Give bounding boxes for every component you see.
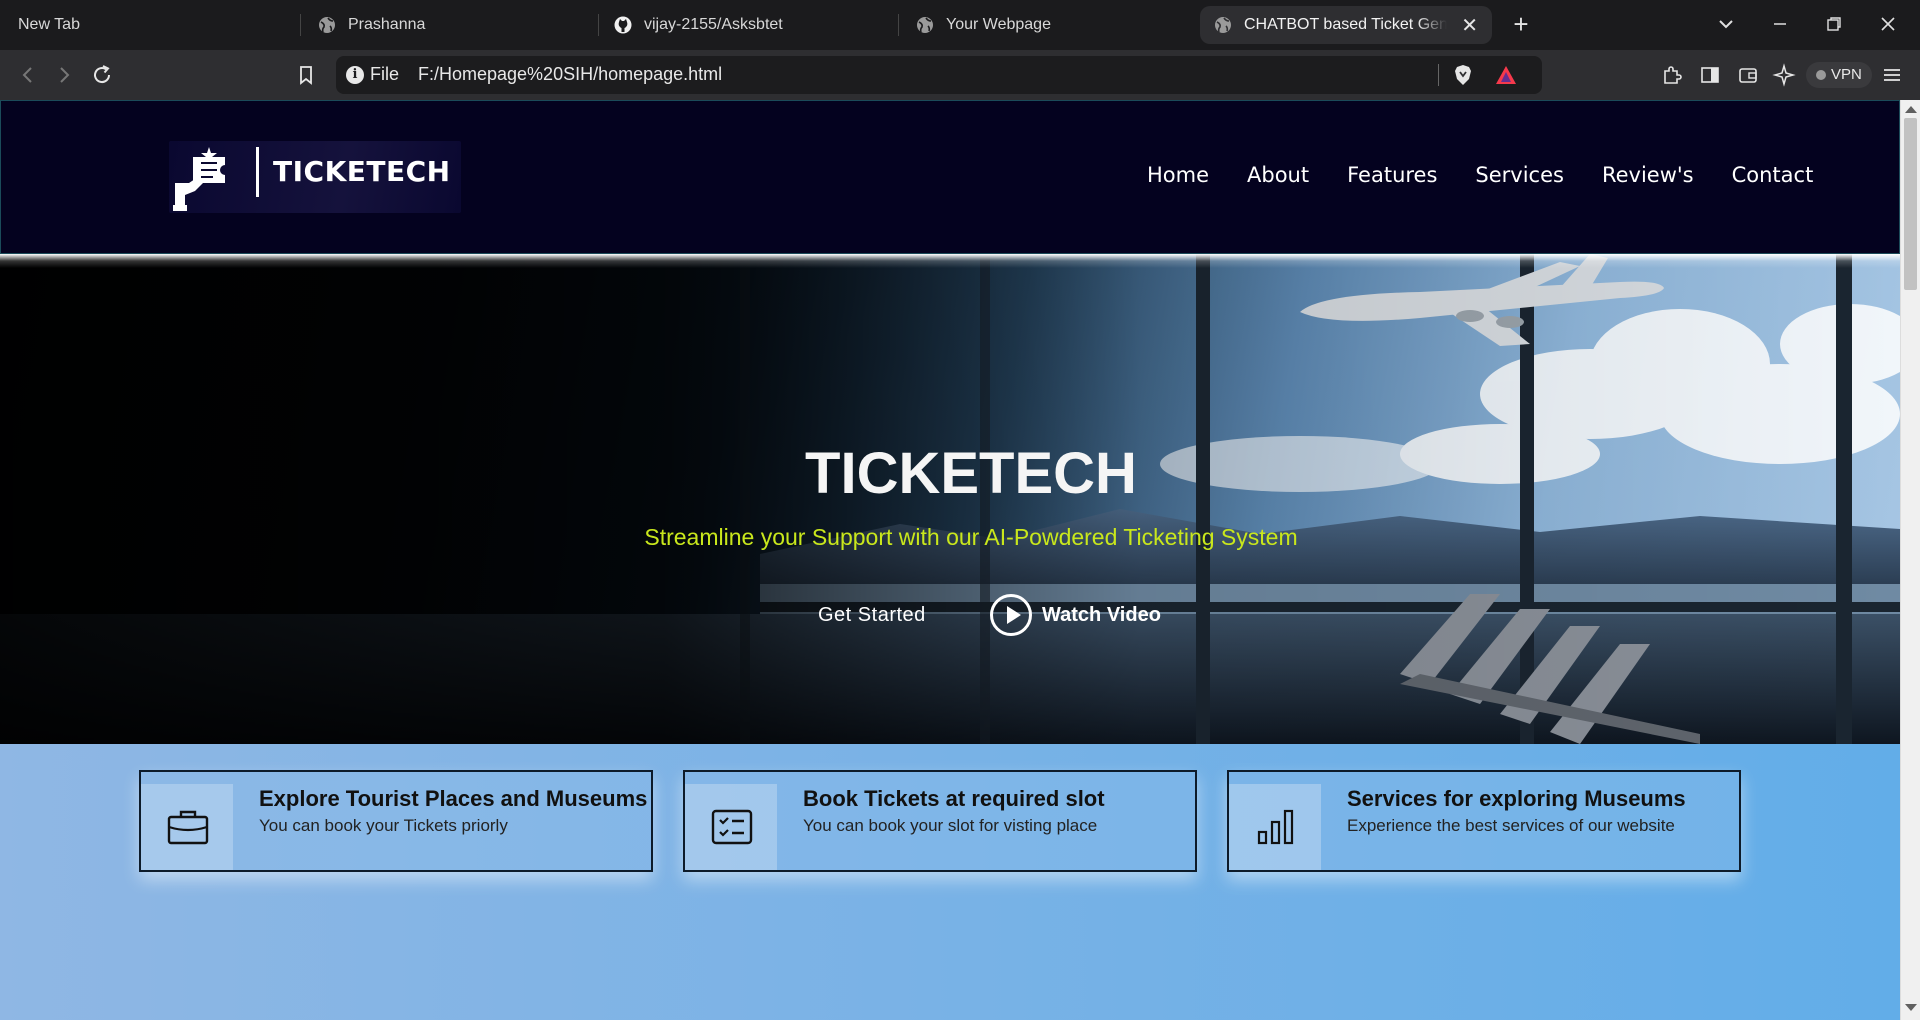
scroll-down-arrow-icon[interactable]: [1905, 1004, 1917, 1011]
page-scrollbar[interactable]: [1900, 100, 1920, 1020]
play-icon: [990, 594, 1032, 636]
tab-chatbot-active[interactable]: CHATBOT based Ticket Generat ✕: [1200, 6, 1492, 44]
header-shadow: [0, 254, 1900, 268]
features-section: Explore Tourist Places and Museums You c…: [0, 744, 1900, 1020]
wallet-icon[interactable]: [1736, 63, 1760, 87]
close-tab-icon[interactable]: ✕: [1461, 13, 1478, 38]
feature-description: You can book your slot for visting place: [803, 816, 1098, 835]
address-bar[interactable]: i File F:/Homepage%20SIH/homepage.html: [336, 56, 1542, 94]
minimize-icon[interactable]: [1768, 12, 1792, 36]
new-tab-button[interactable]: +: [1506, 10, 1536, 40]
nav-features[interactable]: Features: [1347, 163, 1437, 187]
watch-video-button[interactable]: Watch Video: [990, 594, 1161, 636]
globe-icon: [319, 17, 335, 33]
restore-icon[interactable]: [1822, 12, 1846, 36]
logo-text: TICKETECH: [273, 155, 451, 188]
globe-icon: [917, 17, 933, 33]
feature-card[interactable]: Explore Tourist Places and Museums You c…: [139, 770, 653, 872]
tab-title: New Tab: [18, 16, 80, 33]
reload-icon[interactable]: [90, 63, 114, 87]
watch-video-label: Watch Video: [1042, 603, 1161, 626]
address-scheme: File: [370, 64, 400, 84]
ticket-hand-icon: [173, 147, 225, 211]
address-divider: [1438, 64, 1439, 86]
tab-github[interactable]: vijay-2155/Asksbtet: [614, 6, 884, 44]
tab-title: vijay-2155/Asksbtet: [644, 16, 783, 33]
tab-title: Prashanna: [348, 16, 426, 33]
page-viewport: TICKETECH Home About Features Services R…: [0, 100, 1900, 1020]
leo-ai-icon[interactable]: [1772, 63, 1796, 87]
feature-title: Services for exploring Museums: [1347, 786, 1686, 811]
forward-icon[interactable]: [52, 63, 76, 87]
tab-title: Your Webpage: [946, 16, 1051, 33]
close-window-icon[interactable]: [1876, 12, 1900, 36]
checklist-icon: [711, 809, 753, 845]
vpn-label: VPN: [1831, 66, 1862, 83]
sidebar-icon[interactable]: [1698, 63, 1722, 87]
hero-section: TICKETECH Streamline your Support with o…: [0, 254, 1900, 744]
extensions-icon[interactable]: [1660, 63, 1684, 87]
bar-chart-icon: [1257, 809, 1294, 845]
feature-icon-box: [1229, 784, 1321, 870]
site-logo[interactable]: TICKETECH: [169, 141, 461, 213]
back-icon[interactable]: [16, 63, 40, 87]
logo-divider: [256, 147, 259, 197]
nav-contact[interactable]: Contact: [1732, 163, 1814, 187]
feature-icon-box: [685, 784, 777, 870]
feature-card[interactable]: Book Tickets at required slot You can bo…: [683, 770, 1197, 872]
hero-subtitle: Streamline your Support with our AI-Powd…: [644, 524, 1298, 550]
browser-toolbar: i File F:/Homepage%20SIH/homepage.html V…: [0, 50, 1920, 100]
nav-home[interactable]: Home: [1147, 163, 1209, 187]
tab-separator: [598, 14, 599, 36]
nav-about[interactable]: About: [1247, 163, 1309, 187]
feature-icon-box: [141, 784, 233, 870]
tab-title: CHATBOT based Ticket Generat: [1244, 16, 1448, 33]
nav-reviews[interactable]: Review's: [1602, 163, 1694, 187]
briefcase-icon: [167, 810, 209, 845]
tab-new-tab[interactable]: New Tab: [18, 6, 278, 44]
bookmark-icon[interactable]: [294, 63, 318, 87]
feature-description: You can book your Tickets priorly: [259, 816, 508, 835]
feature-description: Experience the best services of our webs…: [1347, 816, 1675, 835]
github-icon: [614, 16, 632, 34]
globe-icon: [1215, 17, 1231, 33]
tab-your-webpage[interactable]: Your Webpage: [916, 6, 1176, 44]
scroll-up-arrow-icon[interactable]: [1905, 106, 1917, 113]
tab-separator: [898, 14, 899, 36]
tab-prashanna[interactable]: Prashanna: [318, 6, 578, 44]
browser-tab-bar: New Tab Prashanna vijay-2155/Asksbtet Yo…: [0, 0, 1920, 50]
nav-services[interactable]: Services: [1475, 163, 1564, 187]
site-info-icon[interactable]: i: [346, 66, 364, 84]
feature-card[interactable]: Services for exploring Museums Experienc…: [1227, 770, 1741, 872]
feature-title: Explore Tourist Places and Museums: [259, 786, 648, 811]
brave-rewards-icon[interactable]: [1494, 64, 1518, 86]
scrollbar-thumb[interactable]: [1904, 118, 1917, 290]
address-url[interactable]: F:/Homepage%20SIH/homepage.html: [418, 64, 722, 85]
main-nav: Home About Features Services Review's Co…: [1109, 163, 1813, 187]
feature-title: Book Tickets at required slot: [803, 786, 1105, 811]
get-started-button[interactable]: Get Started: [818, 604, 926, 627]
brave-shields-icon[interactable]: [1452, 64, 1474, 86]
vpn-status-dot: [1816, 70, 1826, 80]
site-header: TICKETECH Home About Features Services R…: [0, 100, 1900, 254]
hero-title: TICKETECH: [805, 441, 1137, 506]
menu-icon[interactable]: [1880, 63, 1904, 87]
tab-search-chevron-icon[interactable]: [1714, 12, 1738, 36]
tab-separator: [300, 14, 301, 36]
vpn-button[interactable]: VPN: [1806, 62, 1872, 88]
